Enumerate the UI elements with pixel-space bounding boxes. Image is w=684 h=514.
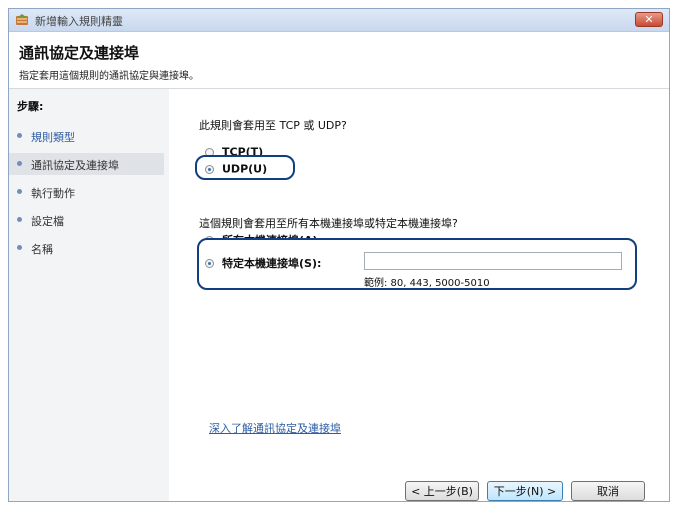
back-button[interactable]: < 上一步(B)	[405, 481, 479, 501]
next-button[interactable]: 下一步(N) >	[487, 481, 563, 501]
step-protocol-and-ports[interactable]: 通訊協定及連接埠	[9, 153, 164, 175]
step-label: 設定檔	[31, 215, 64, 228]
ports-question: 這個規則會套用至所有本機連接埠或特定本機連接埠?	[199, 217, 458, 230]
bullet-icon	[17, 161, 22, 166]
bullet-icon	[17, 245, 22, 250]
specific-ports-input[interactable]	[364, 252, 622, 270]
step-name: 名稱	[9, 237, 164, 259]
content-panel: 此規則會套用至 TCP 或 UDP? TCP(T) UDP(U) 這個規則會套用…	[169, 89, 669, 501]
radio-selected-icon	[205, 258, 214, 268]
specific-ports-radio[interactable]: 特定本機連接埠(S):	[205, 255, 321, 271]
firewall-app-icon	[16, 14, 28, 25]
close-button[interactable]: ✕	[635, 12, 663, 27]
steps-heading: 步驟:	[17, 100, 44, 113]
wizard-window: 新增輸入規則精靈 ✕ 通訊協定及連接埠 指定套用這個規則的通訊協定與連接埠。 步…	[8, 8, 670, 502]
bullet-icon	[17, 133, 22, 138]
page-title: 通訊協定及連接埠	[19, 44, 140, 62]
page-subtitle: 指定套用這個規則的通訊協定與連接埠。	[19, 71, 199, 82]
cancel-button[interactable]: 取消	[571, 481, 645, 501]
step-profile: 設定檔	[9, 209, 164, 231]
step-label: 規則類型	[31, 131, 75, 144]
title-bar: 新增輸入規則精靈 ✕	[9, 9, 669, 32]
step-rule-type[interactable]: 規則類型	[9, 125, 164, 147]
ports-example: 範例: 80, 443, 5000-5010	[364, 278, 490, 289]
bullet-icon	[17, 217, 22, 222]
step-label: 名稱	[31, 243, 53, 256]
wizard-header: 通訊協定及連接埠 指定套用這個規則的通訊協定與連接埠。	[9, 32, 669, 89]
radio-selected-icon	[205, 164, 214, 174]
bullet-icon	[17, 189, 22, 194]
step-action: 執行動作	[9, 181, 164, 203]
steps-panel: 步驟: 規則類型 通訊協定及連接埠 執行動作 設定檔 名稱	[9, 89, 164, 501]
specific-ports-label: 特定本機連接埠(S):	[222, 257, 322, 270]
udp-label: UDP(U)	[222, 162, 268, 176]
udp-radio[interactable]: UDP(U)	[205, 162, 267, 176]
step-label: 執行動作	[31, 187, 75, 200]
protocol-question: 此規則會套用至 TCP 或 UDP?	[199, 119, 347, 132]
window-title: 新增輸入規則精靈	[35, 15, 123, 28]
learn-more-link[interactable]: 深入了解通訊協定及連接埠	[209, 420, 341, 436]
step-label: 通訊協定及連接埠	[31, 159, 119, 172]
